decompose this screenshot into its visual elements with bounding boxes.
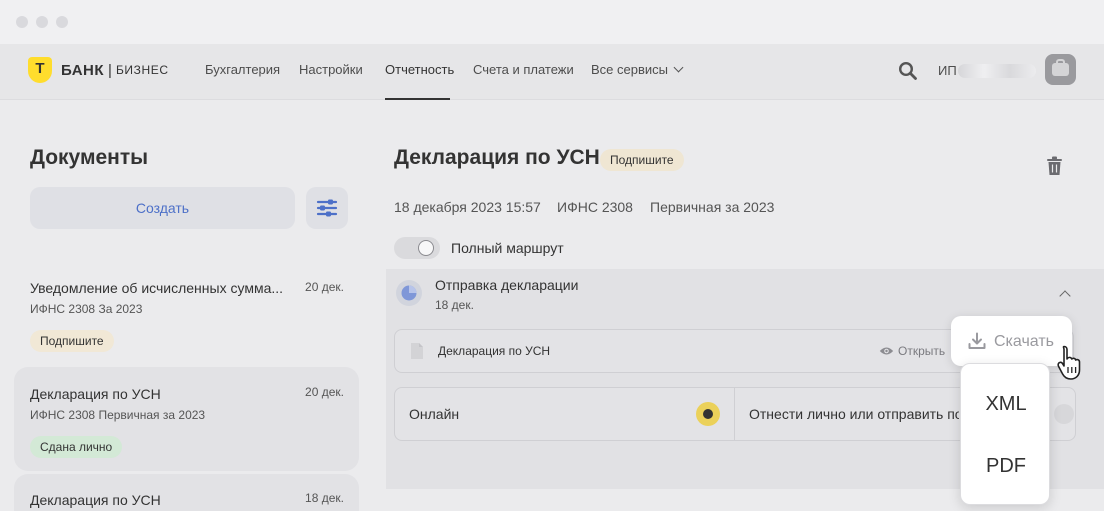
toggle-knob: [418, 240, 434, 256]
document-date: 20 дек.: [305, 280, 344, 294]
window-close-dot[interactable]: [16, 16, 28, 28]
hand-cursor-icon: [1057, 345, 1081, 380]
step-date: 18 дек.: [435, 298, 474, 312]
menu-item-xml[interactable]: XML: [961, 393, 1051, 416]
search-icon[interactable]: [898, 61, 918, 81]
logo-shield-icon: Т: [28, 57, 52, 83]
step-title: Отправка декларации: [435, 277, 579, 293]
document-title: Уведомление об исчисленных сумма...: [30, 280, 284, 296]
chevron-down-icon: [673, 62, 684, 73]
document-list-item[interactable]: Уведомление об исчисленных сумма... 20 д…: [14, 262, 359, 358]
document-title: Декларация по УСН: [30, 492, 161, 508]
create-button[interactable]: Создать: [30, 187, 295, 229]
declaration-ifns: ИФНС 2308: [557, 199, 633, 215]
user-prefix-label[interactable]: ИП: [938, 63, 957, 78]
nav-item-accounts-payments[interactable]: Счета и платежи: [473, 62, 574, 77]
in-person-radio[interactable]: [1054, 404, 1074, 424]
document-list-item[interactable]: Декларация по УСН 18 дек.: [14, 474, 359, 511]
full-route-label: Полный маршрут: [451, 240, 564, 256]
filter-button[interactable]: [306, 187, 348, 229]
status-badge: Сдана лично: [30, 436, 123, 458]
step-progress-icon: [396, 280, 422, 306]
document-date: 20 дек.: [305, 385, 344, 399]
logo-separator: |: [108, 61, 112, 79]
status-badge: Подпишите: [600, 149, 684, 171]
top-navigation: Т БАНК | БИЗНЕС Бухгалтерия Настройки От…: [0, 44, 1104, 100]
trash-icon[interactable]: [1046, 156, 1063, 176]
file-name: Декларация по УСН: [438, 344, 551, 358]
filter-sliders-icon: [316, 199, 338, 217]
sign-options-divider: [734, 388, 735, 440]
documents-title: Документы: [30, 146, 149, 169]
download-format-menu: XML PDF: [960, 363, 1050, 505]
download-label: Скачать: [994, 333, 1054, 350]
eye-icon[interactable]: [879, 346, 894, 356]
window-titlebar: [0, 0, 1104, 44]
active-tab-underline: [385, 98, 450, 100]
window-maximize-dot[interactable]: [56, 16, 68, 28]
nav-item-accounting[interactable]: Бухгалтерия: [205, 62, 280, 77]
open-file-link[interactable]: Открыть: [898, 344, 945, 358]
online-radio-selected[interactable]: [696, 402, 720, 426]
nav-item-reporting[interactable]: Отчетность: [385, 62, 454, 77]
document-list-item-selected[interactable]: Декларация по УСН 20 дек. ИФНС 2308 Перв…: [14, 367, 359, 471]
logo-bank-text: БАНК: [61, 61, 105, 79]
avatar-briefcase-icon[interactable]: [1045, 54, 1076, 85]
document-date: 18 дек.: [305, 491, 344, 505]
window-minimize-dot[interactable]: [36, 16, 48, 28]
logo-business-text: БИЗНЕС: [115, 63, 169, 77]
declaration-datetime: 18 декабря 2023 15:57: [394, 199, 541, 215]
full-route-toggle[interactable]: [394, 237, 440, 259]
download-icon: [968, 332, 986, 349]
status-badge: Подпишите: [30, 330, 114, 352]
declaration-period: Первичная за 2023: [650, 199, 775, 215]
sign-online-label[interactable]: Онлайн: [409, 406, 459, 422]
nav-item-all-services-label: Все сервисы: [591, 62, 668, 77]
file-icon: [411, 343, 423, 359]
blurred-user-name[interactable]: [958, 64, 1036, 78]
document-title: Декларация по УСН: [30, 386, 161, 402]
nav-item-all-services[interactable]: Все сервисы: [591, 62, 684, 77]
menu-item-pdf[interactable]: PDF: [961, 455, 1051, 478]
nav-item-settings[interactable]: Настройки: [299, 62, 363, 77]
document-meta: ИФНС 2308 Первичная за 2023: [30, 408, 206, 422]
bank-logo[interactable]: Т БАНК | БИЗНЕС: [28, 56, 169, 84]
declaration-title: Декларация по УСН: [394, 146, 600, 169]
sign-in-person-label[interactable]: Отнести лично или отправить по почте: [749, 406, 959, 422]
document-meta: ИФНС 2308 За 2023: [30, 302, 143, 316]
